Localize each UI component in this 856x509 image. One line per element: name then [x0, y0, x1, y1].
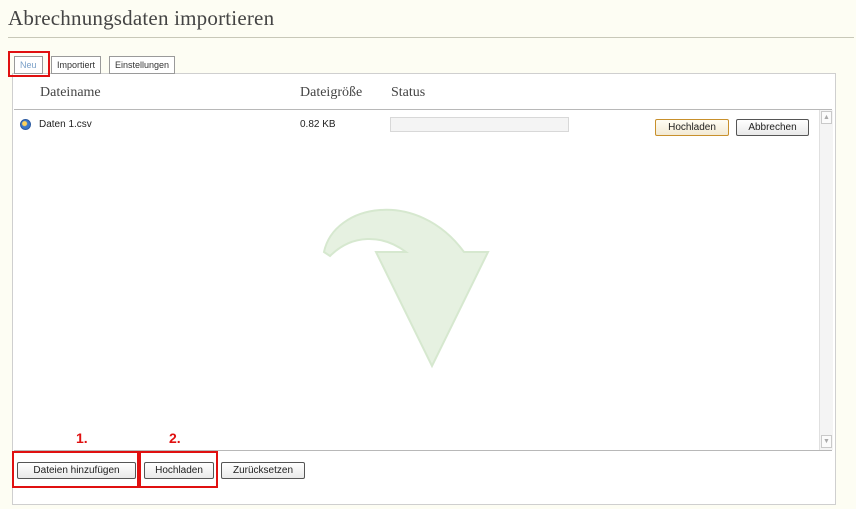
- step-1-label: 1.: [76, 430, 88, 446]
- file-size: 0.82 KB: [300, 119, 336, 130]
- add-files-button[interactable]: Dateien hinzufügen: [17, 462, 136, 479]
- column-header-filesize: Dateigröße: [300, 85, 363, 100]
- column-header-status: Status: [391, 85, 426, 100]
- vertical-scrollbar[interactable]: ▲ ▼: [819, 110, 833, 450]
- header-divider: [14, 109, 832, 110]
- upload-progress-bar: [390, 117, 569, 132]
- row-cancel-button[interactable]: Abbrechen: [736, 119, 809, 136]
- file-queue-icon: [20, 119, 31, 130]
- page-title: Abrechnungsdaten importieren: [8, 6, 275, 30]
- row-upload-button[interactable]: Hochladen: [655, 119, 729, 136]
- reset-button[interactable]: Zurücksetzen: [221, 462, 305, 479]
- step-2-label: 2.: [169, 430, 181, 446]
- drop-arrow-icon: [322, 208, 490, 369]
- tab-highlight-box: [8, 51, 50, 77]
- tab-einstellungen[interactable]: Einstellungen: [109, 56, 176, 74]
- upload-all-button[interactable]: Hochladen: [144, 462, 214, 479]
- title-divider: [8, 37, 854, 38]
- tab-importiert[interactable]: Importiert: [51, 56, 102, 74]
- column-header-filename: Dateiname: [40, 85, 101, 100]
- scroll-down-icon[interactable]: ▼: [821, 435, 832, 448]
- scroll-up-icon[interactable]: ▲: [821, 111, 832, 124]
- file-name: Daten 1.csv: [39, 119, 92, 130]
